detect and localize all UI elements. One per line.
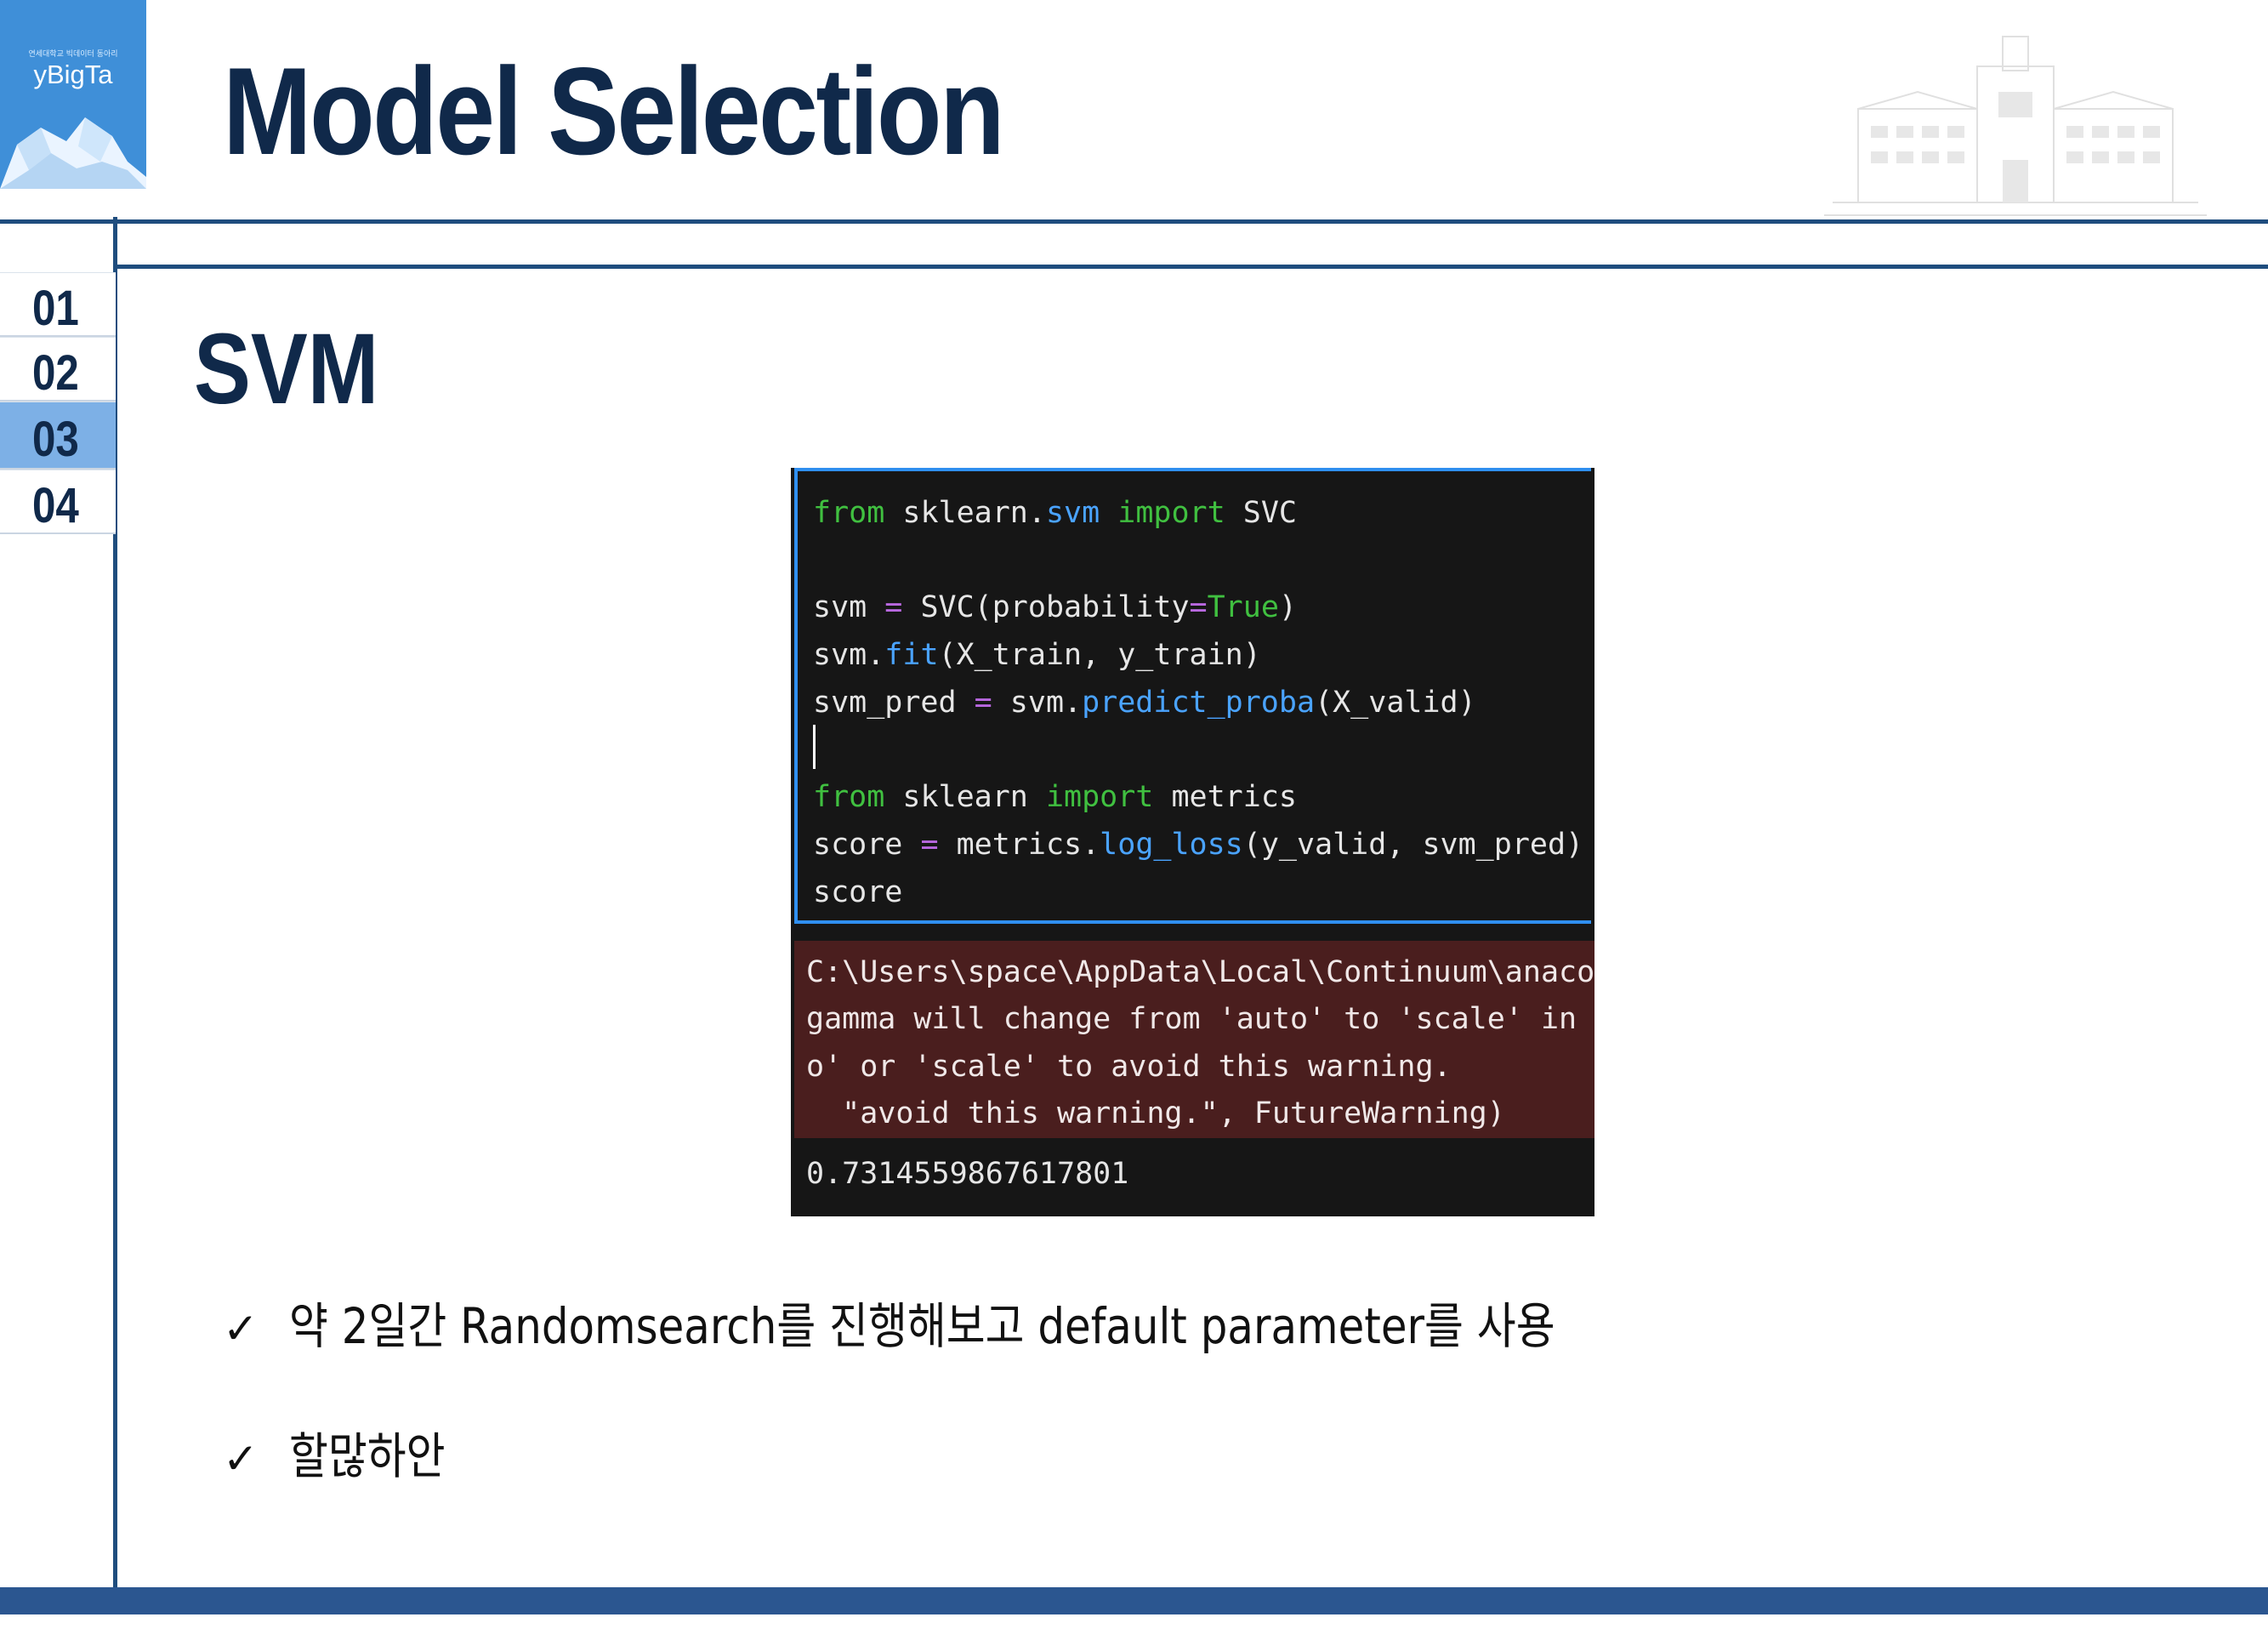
header-rule-top — [0, 219, 2268, 224]
nav-item-01[interactable]: 01 — [0, 272, 116, 337]
section-nav: 01 02 03 04 — [0, 272, 116, 534]
nav-item-04[interactable]: 04 — [0, 470, 116, 534]
logo: 연세대학교 빅데이터 동아리 yBigTa — [0, 0, 146, 189]
code-cell: from sklearn.svm import SVC svm = SVC(pr… — [794, 468, 1591, 924]
warning-line: "avoid this warning.", FutureWarning) — [806, 1096, 1505, 1130]
code-block: from sklearn.svm import SVC svm = SVC(pr… — [813, 496, 1584, 909]
check-icon: ✓ — [223, 1304, 259, 1353]
university-building-watermark — [1824, 36, 2207, 216]
bullet-text: 약 2일간 Randomsearch를 진행해보고 default parame… — [289, 1297, 1555, 1355]
bullet-item: ✓ 할많하안 — [223, 1416, 470, 1488]
logo-name: yBigTa — [33, 60, 113, 89]
warning-line: gamma will change from 'auto' to 'scale'… — [806, 1002, 1577, 1037]
iceberg-icon — [0, 117, 146, 189]
nav-item-02[interactable]: 02 — [0, 337, 116, 401]
bullet-item: ✓ 약 2일간 Randomsearch를 진행해보고 default param… — [223, 1286, 1761, 1358]
footer-bar — [0, 1587, 2268, 1614]
check-icon: ✓ — [223, 1434, 259, 1483]
cell-output-value: 0.7314559867617801 — [806, 1157, 1129, 1191]
warning-line: o' or 'scale' to avoid this warning. — [806, 1049, 1452, 1084]
text-cursor — [813, 725, 816, 769]
warning-output: C:\Users\space\AppData\Local\Continuum\a… — [794, 941, 1594, 1138]
nav-item-03[interactable]: 03 — [0, 401, 116, 470]
section-title: SVM — [194, 313, 379, 425]
page-title: Model Selection — [223, 42, 1005, 180]
header-rule-bottom — [113, 265, 2268, 269]
bullet-text: 할많하안 — [289, 1427, 446, 1485]
code-screenshot: from sklearn.svm import SVC svm = SVC(pr… — [791, 468, 1594, 1216]
warning-line: C:\Users\space\AppData\Local\Continuum\a… — [806, 955, 1594, 989]
logo-tagline: 연세대학교 빅데이터 동아리 — [28, 50, 118, 59]
